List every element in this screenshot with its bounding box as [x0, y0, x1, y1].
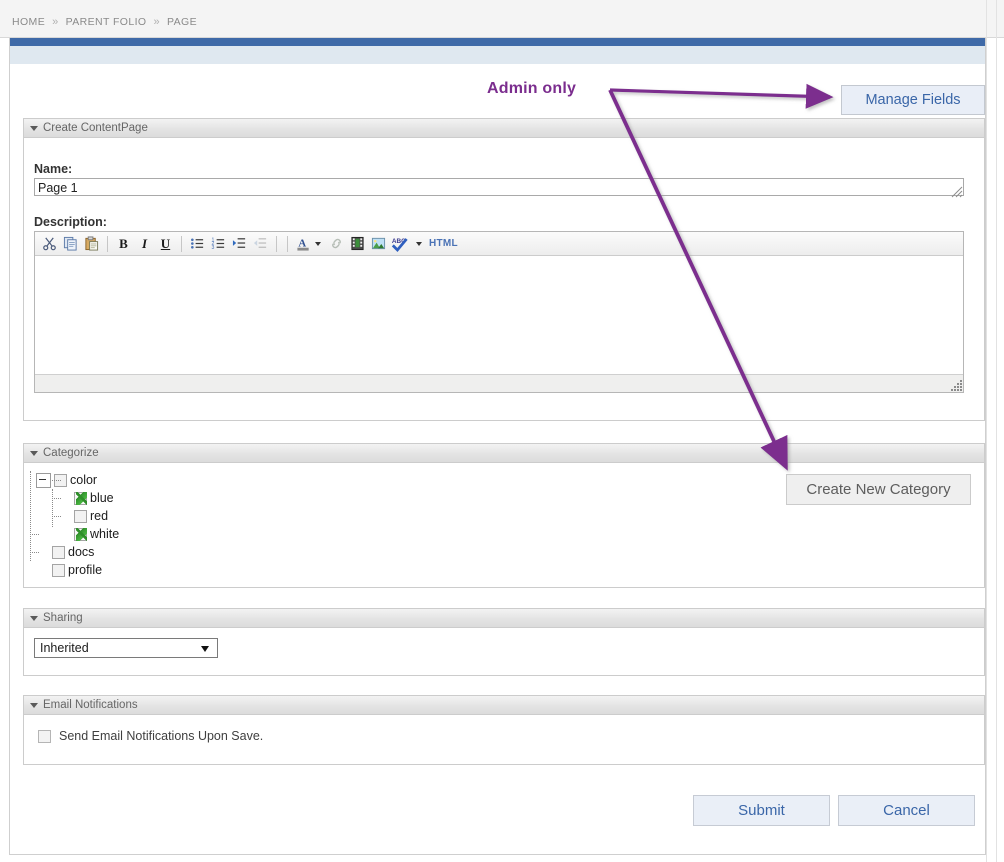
- email-notifications-title: Email Notifications: [43, 699, 138, 711]
- category-tree-item[interactable]: white: [36, 525, 984, 543]
- breadcrumb-separator-1: »: [52, 16, 59, 28]
- svg-text:3: 3: [211, 245, 214, 251]
- category-label[interactable]: red: [90, 509, 108, 523]
- page-root: HOME » PARENT FOLIO » PAGE Admin only Manage…: [0, 0, 1004, 862]
- email-notifications-panel-header[interactable]: Email Notifications: [24, 696, 984, 715]
- svg-text:A: A: [298, 237, 306, 249]
- collapse-triangle-icon[interactable]: [30, 615, 38, 621]
- category-checkbox[interactable]: [74, 509, 87, 523]
- category-tree-item[interactable]: profile: [36, 561, 984, 579]
- send-email-notifications-checkbox[interactable]: [38, 729, 51, 743]
- image-icon[interactable]: [368, 234, 389, 254]
- categorize-panel-header[interactable]: Categorize: [24, 444, 984, 463]
- tree-guide-line: [30, 534, 39, 536]
- sharing-panel-header[interactable]: Sharing: [24, 609, 984, 628]
- sharing-title: Sharing: [43, 612, 83, 624]
- outdent-icon[interactable]: [250, 234, 271, 254]
- editor-resize-handle[interactable]: [950, 379, 962, 391]
- chevron-down-icon[interactable]: [201, 646, 209, 652]
- collapse-triangle-icon[interactable]: [30, 702, 38, 708]
- tree-guide-line: [52, 480, 61, 482]
- editor-status-bar: [35, 374, 963, 392]
- submit-button[interactable]: Submit: [693, 795, 830, 826]
- tree-guide-line: [52, 516, 61, 518]
- breadcrumb-bar: HOME » PARENT FOLIO » PAGE: [0, 0, 1004, 38]
- collapse-triangle-icon[interactable]: [30, 450, 38, 456]
- media-icon[interactable]: [347, 234, 368, 254]
- header-strip: [10, 46, 985, 64]
- sharing-panel: Sharing Inherited: [23, 608, 985, 676]
- text-color-icon[interactable]: A: [293, 234, 314, 254]
- category-label[interactable]: docs: [68, 545, 94, 559]
- create-contentpage-title: Create ContentPage: [43, 122, 148, 134]
- tree-guide-line: [30, 552, 39, 554]
- create-new-category-button[interactable]: Create New Category: [786, 474, 971, 505]
- numbered-list-icon[interactable]: 123: [208, 234, 229, 254]
- toolbar-separator-1: [107, 235, 108, 252]
- frame-edge-rule-right: [996, 0, 997, 862]
- text-color-dropdown-icon[interactable]: [315, 241, 321, 246]
- spellcheck-icon[interactable]: ABC: [389, 234, 415, 254]
- send-email-notifications-label: Send Email Notifications Upon Save.: [59, 729, 264, 743]
- category-label[interactable]: color: [70, 473, 97, 487]
- category-label[interactable]: profile: [68, 563, 102, 577]
- category-label[interactable]: white: [90, 527, 119, 541]
- tree-connector-line: [36, 564, 49, 577]
- breadcrumb: HOME » PARENT FOLIO » PAGE: [12, 16, 197, 28]
- category-tree-item[interactable]: docs: [36, 543, 984, 561]
- sharing-select-value: Inherited: [40, 641, 89, 655]
- create-contentpage-panel-header[interactable]: Create ContentPage: [24, 119, 984, 138]
- tree-guide-line: [30, 471, 32, 561]
- breadcrumb-item-parent-folio[interactable]: PARENT FOLIO: [66, 16, 147, 28]
- breadcrumb-item-page[interactable]: PAGE: [167, 16, 197, 28]
- description-rich-text-editor: B I U 1 2 3 A ABC HTML: [34, 231, 964, 393]
- cut-icon[interactable]: [39, 234, 60, 254]
- editor-toolbar: B I U 1 2 3 A ABC HTML: [35, 232, 963, 256]
- create-contentpage-body: Name: Description:: [24, 138, 984, 393]
- category-checkbox[interactable]: [74, 491, 87, 505]
- bullet-list-icon[interactable]: [187, 234, 208, 254]
- tree-collapse-icon[interactable]: [36, 472, 51, 488]
- category-checkbox[interactable]: [52, 563, 65, 577]
- sharing-select[interactable]: Inherited: [34, 638, 218, 658]
- name-input[interactable]: [34, 178, 964, 196]
- spellcheck-dropdown-icon[interactable]: [416, 241, 422, 246]
- category-checkbox[interactable]: [74, 527, 87, 541]
- category-tree-item[interactable]: red: [36, 507, 984, 525]
- toolbar-separator-2: [181, 235, 182, 252]
- html-source-button[interactable]: HTML: [429, 238, 458, 249]
- toolbar-separator-4: [287, 235, 288, 252]
- email-notification-row: Send Email Notifications Upon Save.: [24, 715, 984, 743]
- toolbar-separator-3: [276, 235, 277, 252]
- categorize-title: Categorize: [43, 447, 99, 459]
- categorize-panel: Categorize color blue red white docs profile: [23, 443, 985, 588]
- paste-icon[interactable]: [81, 234, 102, 254]
- copy-icon[interactable]: [60, 234, 81, 254]
- sharing-panel-body: Inherited: [24, 638, 984, 658]
- email-notifications-panel: Email Notifications Send Email Notificat…: [23, 695, 985, 765]
- italic-icon[interactable]: I: [134, 234, 155, 254]
- cancel-button[interactable]: Cancel: [838, 795, 975, 826]
- tree-guide-line: [52, 489, 54, 527]
- breadcrumb-separator-2: »: [153, 16, 161, 28]
- create-contentpage-panel: Create ContentPage Name: Description:: [23, 118, 985, 421]
- link-icon[interactable]: [326, 234, 347, 254]
- admin-only-annotation-label: Admin only: [487, 80, 577, 97]
- tree-connector-line: [58, 528, 71, 541]
- bold-icon[interactable]: B: [113, 234, 134, 254]
- breadcrumb-item-home[interactable]: HOME: [12, 16, 45, 28]
- description-editor-canvas[interactable]: [35, 256, 963, 374]
- underline-icon[interactable]: U: [155, 234, 176, 254]
- indent-icon[interactable]: [229, 234, 250, 254]
- collapse-triangle-icon[interactable]: [30, 125, 38, 131]
- manage-fields-button[interactable]: Manage Fields: [841, 85, 985, 115]
- tree-guide-line: [52, 498, 61, 500]
- name-label: Name:: [34, 162, 73, 176]
- category-label[interactable]: blue: [90, 491, 114, 505]
- frame-edge-rule-left: [986, 0, 987, 862]
- category-checkbox[interactable]: [52, 545, 65, 559]
- description-label: Description:: [34, 215, 107, 229]
- email-notifications-panel-body: Send Email Notifications Upon Save.: [24, 715, 984, 743]
- accent-bar: [10, 38, 985, 46]
